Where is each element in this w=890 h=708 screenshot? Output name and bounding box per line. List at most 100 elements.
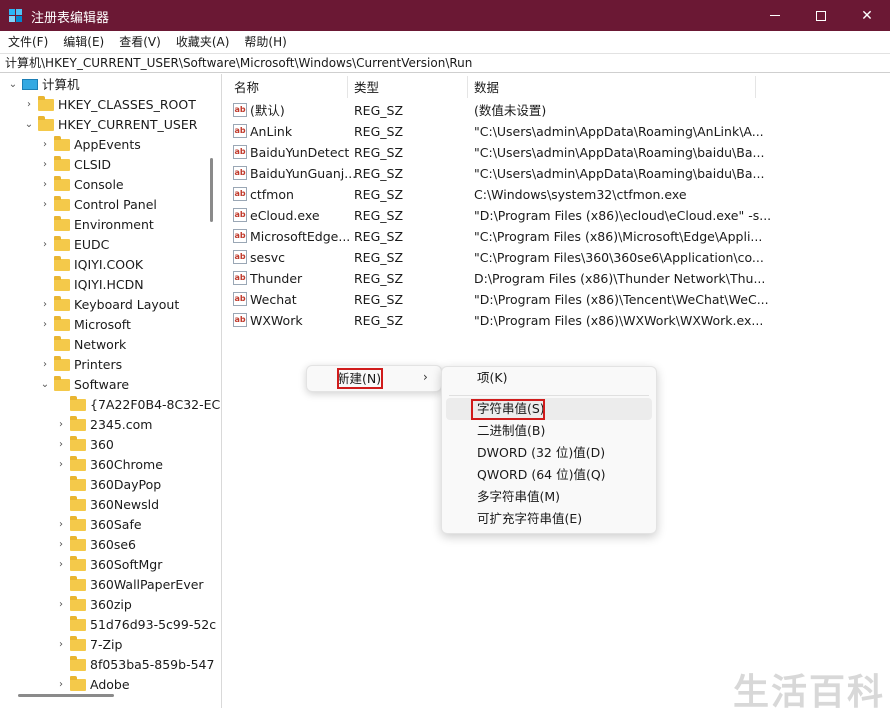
tree-node[interactable]: › HKEY_CLASSES_ROOT: [0, 95, 215, 115]
submenu-item-dword-value[interactable]: DWORD (32 位)值(D): [477, 443, 605, 463]
column-header-name[interactable]: 名称: [234, 78, 259, 98]
expand-chevron-right-icon[interactable]: ›: [40, 195, 50, 215]
tree-node[interactable]: › 2345.com: [0, 415, 215, 435]
expand-chevron-right-icon[interactable]: [56, 495, 66, 515]
column-separator[interactable]: [467, 76, 468, 98]
tree-vertical-scrollbar[interactable]: [210, 158, 213, 222]
column-separator[interactable]: [755, 76, 756, 98]
expand-chevron-right-icon[interactable]: ›: [40, 295, 50, 315]
tree-node[interactable]: › AppEvents: [0, 135, 215, 155]
tree-horizontal-scrollbar[interactable]: [18, 694, 114, 697]
submenu-item-multi-string-value[interactable]: 多字符串值(M): [477, 487, 560, 507]
expand-chevron-right-icon[interactable]: ›: [56, 515, 66, 535]
expand-chevron-right-icon[interactable]: ›: [40, 315, 50, 335]
string-value-highlight-box: [471, 399, 545, 420]
menu-edit[interactable]: 编辑(E): [59, 33, 108, 50]
tree-node[interactable]: › 360se6: [0, 535, 215, 555]
tree-node[interactable]: ⌄ HKEY_CURRENT_USER: [0, 115, 215, 135]
expand-chevron-right-icon[interactable]: ›: [24, 95, 34, 115]
tree-node[interactable]: 360WallPaperEver: [0, 575, 215, 595]
expand-chevron-right-icon[interactable]: ›: [40, 155, 50, 175]
submenu-item-expandable-string-value[interactable]: 可扩充字符串值(E): [477, 509, 582, 529]
submenu-item-qword-value[interactable]: QWORD (64 位)值(Q): [477, 465, 606, 485]
menu-view[interactable]: 查看(V): [115, 33, 165, 50]
tree-node[interactable]: › 360: [0, 435, 215, 455]
value-name: BaiduYunDetect: [250, 145, 350, 160]
tree-node[interactable]: 51d76d93-5c99-52c: [0, 615, 216, 635]
tree-node[interactable]: › Adobe: [0, 675, 215, 695]
expand-chevron-right-icon[interactable]: ›: [56, 675, 66, 695]
folder-icon: [38, 96, 54, 111]
folder-icon: [54, 356, 70, 371]
expand-chevron-right-icon[interactable]: [40, 335, 50, 355]
tree-node[interactable]: › 360Chrome: [0, 455, 215, 475]
expand-chevron-right-icon[interactable]: [56, 615, 66, 635]
expand-chevron-right-icon[interactable]: ›: [40, 135, 50, 155]
tree-node[interactable]: ⌄ Software: [0, 375, 215, 395]
submenu-item-binary-value[interactable]: 二进制值(B): [477, 421, 545, 441]
expand-chevron-right-icon[interactable]: [56, 395, 66, 415]
address-bar[interactable]: 计算机\HKEY_CURRENT_USER\Software\Microsoft…: [0, 53, 890, 73]
tree-node[interactable]: 8f053ba5-859b-547: [0, 655, 215, 675]
expand-chevron-right-icon[interactable]: [56, 655, 66, 675]
expand-chevron-down-icon[interactable]: ⌄: [24, 115, 34, 135]
tree-node[interactable]: › EUDC: [0, 235, 215, 255]
tree-node[interactable]: › 360Safe: [0, 515, 215, 535]
expand-chevron-right-icon[interactable]: ›: [56, 555, 66, 575]
tree-node[interactable]: ⌄ 计算机: [0, 75, 215, 95]
column-header-type[interactable]: 类型: [354, 78, 379, 98]
expand-chevron-right-icon[interactable]: [40, 215, 50, 235]
menu-favorites[interactable]: 收藏夹(A): [172, 33, 234, 50]
expand-chevron-down-icon[interactable]: ⌄: [8, 75, 18, 95]
tree-node-label: 360Chrome: [90, 457, 163, 472]
tree-node-label: Printers: [74, 357, 123, 372]
expand-chevron-right-icon[interactable]: ›: [56, 415, 66, 435]
tree-node[interactable]: › CLSID: [0, 155, 215, 175]
folder-icon: [70, 596, 86, 611]
submenu-item-key[interactable]: 项(K): [477, 368, 507, 388]
menu-file[interactable]: 文件(F): [4, 33, 52, 50]
column-separator[interactable]: [347, 76, 348, 98]
column-header-data[interactable]: 数据: [474, 78, 499, 98]
expand-chevron-right-icon[interactable]: ›: [40, 175, 50, 195]
tree-node[interactable]: Environment: [0, 215, 215, 235]
value-type: REG_SZ: [354, 292, 404, 307]
expand-chevron-right-icon[interactable]: ›: [56, 635, 66, 655]
tree-node[interactable]: 360Newsld: [0, 495, 215, 515]
expand-chevron-down-icon[interactable]: ⌄: [40, 375, 50, 395]
expand-chevron-right-icon[interactable]: [40, 275, 50, 295]
tree-node[interactable]: {7A22F0B4-8C32-EC: [0, 395, 220, 415]
folder-icon: [70, 556, 86, 571]
minimize-button[interactable]: [752, 0, 798, 31]
expand-chevron-right-icon[interactable]: ›: [56, 435, 66, 455]
maximize-button[interactable]: [798, 0, 844, 31]
watermark-text: 生活百科: [733, 672, 886, 708]
tree-node[interactable]: › Control Panel: [0, 195, 215, 215]
close-button[interactable]: ✕: [844, 0, 890, 31]
tree-node[interactable]: › 7-Zip: [0, 635, 215, 655]
tree-node[interactable]: › Console: [0, 175, 215, 195]
tree-node[interactable]: IQIYI.HCDN: [0, 275, 215, 295]
tree-node[interactable]: 360DayPop: [0, 475, 215, 495]
expand-chevron-right-icon[interactable]: ›: [56, 535, 66, 555]
tree-node[interactable]: Network: [0, 335, 215, 355]
registry-tree-panel[interactable]: ⌄ 计算机 › HKEY_CLASSES_ROOT ⌄ HKEY_CURRENT_USER…: [0, 74, 222, 708]
expand-chevron-right-icon[interactable]: [56, 575, 66, 595]
expand-chevron-right-icon[interactable]: [40, 255, 50, 275]
tree-node-label: 360zip: [90, 597, 132, 612]
folder-icon: [38, 116, 54, 131]
tree-node[interactable]: IQIYI.COOK: [0, 255, 215, 275]
expand-chevron-right-icon[interactable]: ›: [56, 595, 66, 615]
tree-node[interactable]: › 360zip: [0, 595, 215, 615]
tree-node[interactable]: › Printers: [0, 355, 215, 375]
expand-chevron-right-icon[interactable]: ›: [40, 355, 50, 375]
expand-chevron-right-icon[interactable]: ›: [40, 235, 50, 255]
tree-node[interactable]: › Keyboard Layout: [0, 295, 215, 315]
regedit-app-icon: [9, 9, 23, 23]
tree-node[interactable]: › 360SoftMgr: [0, 555, 215, 575]
expand-chevron-right-icon[interactable]: [56, 475, 66, 495]
tree-node[interactable]: › Microsoft: [0, 315, 215, 335]
expand-chevron-right-icon[interactable]: ›: [56, 455, 66, 475]
value-data: C:\Windows\system32\ctfmon.exe: [474, 187, 687, 202]
menu-help[interactable]: 帮助(H): [240, 33, 290, 50]
